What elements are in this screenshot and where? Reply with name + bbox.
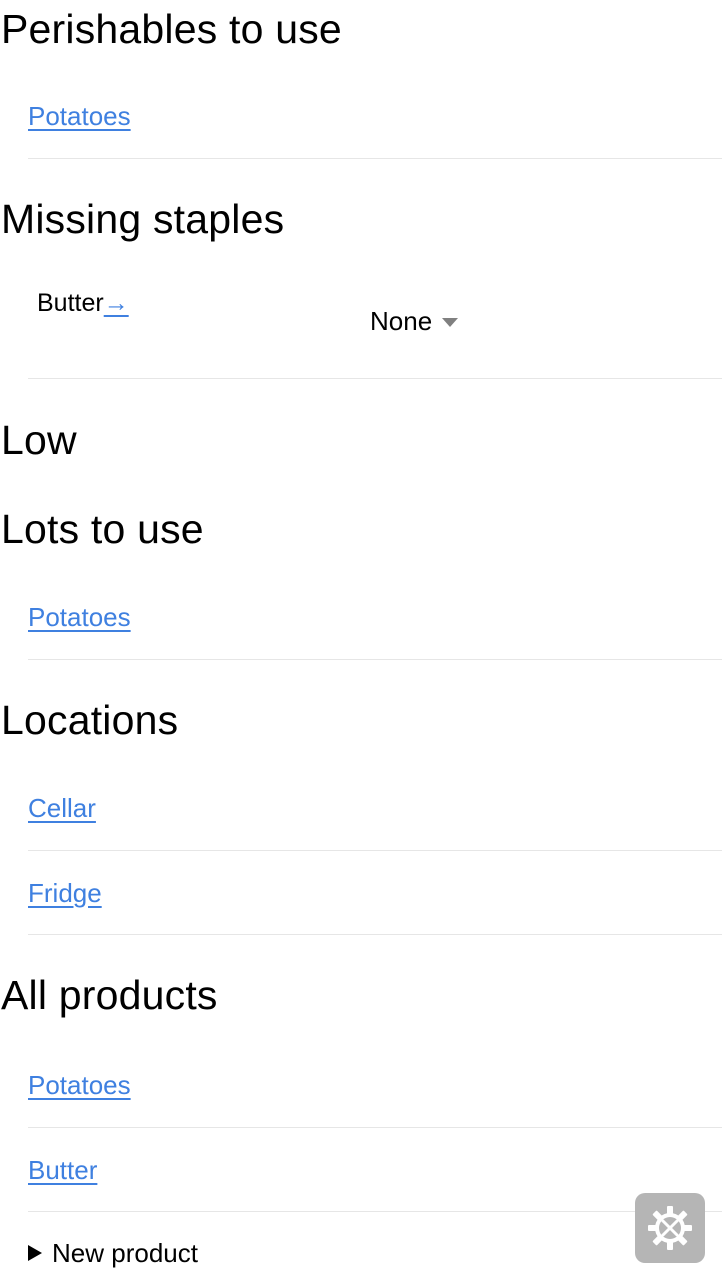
location-fridge-link[interactable]: Fridge	[28, 880, 102, 906]
list-item: Butter	[28, 1128, 722, 1212]
staple-location-select[interactable]: None	[370, 306, 459, 336]
perishable-item-potatoes-link[interactable]: Potatoes	[28, 103, 131, 129]
product-potatoes-link[interactable]: Potatoes	[28, 1072, 131, 1098]
disclosure-triangle-icon	[28, 1245, 42, 1261]
low-heading: Low	[1, 417, 77, 463]
settings-tools-button[interactable]	[635, 1193, 705, 1263]
missing-staples-heading: Missing staples	[1, 196, 285, 242]
chevron-down-icon	[442, 317, 459, 327]
location-cellar-link[interactable]: Cellar	[28, 795, 96, 821]
missing-staple-arrow-link[interactable]: →	[104, 289, 129, 317]
list-item: Fridge	[28, 851, 722, 935]
gear-tools-icon	[648, 1206, 692, 1250]
list-item: Potatoes	[28, 74, 722, 159]
staple-location-select-value: None	[370, 306, 433, 336]
list-item: Potatoes	[28, 1043, 722, 1128]
list-item: Potatoes	[28, 575, 722, 660]
list-item: Cellar	[28, 766, 722, 851]
lots-to-use-heading: Lots to use	[1, 506, 204, 552]
missing-staple-name: Butter→	[37, 291, 129, 316]
lots-to-use-item-potatoes-link[interactable]: Potatoes	[28, 604, 131, 630]
locations-heading: Locations	[1, 697, 179, 743]
all-products-heading: All products	[1, 972, 218, 1018]
new-product-toggle[interactable]: New product	[28, 1240, 198, 1266]
missing-staple-label: Butter	[37, 289, 104, 317]
perishables-heading: Perishables to use	[1, 6, 342, 52]
product-butter-link[interactable]: Butter	[28, 1157, 97, 1183]
new-product-label: New product	[52, 1238, 198, 1268]
